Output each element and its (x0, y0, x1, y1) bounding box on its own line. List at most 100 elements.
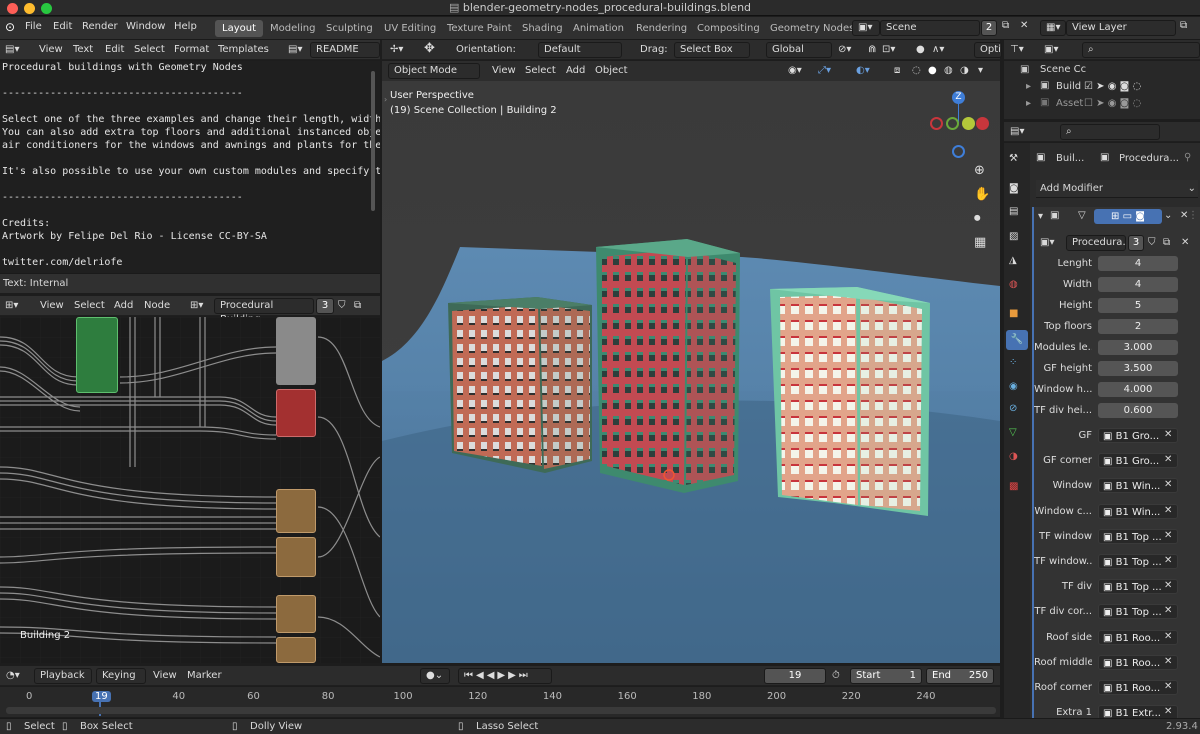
pivot-icon[interactable]: ⊘▾ (838, 44, 851, 55)
view-layer-field[interactable]: View Layer (1066, 20, 1176, 36)
property-value-field[interactable]: 0.600 (1098, 403, 1178, 418)
viewport-menu-object[interactable]: Object (595, 65, 628, 76)
property-value-field[interactable]: 4 (1098, 277, 1178, 292)
3d-viewport[interactable]: Object Mode View Select Add Object ◉▾ ⤢▾… (382, 61, 1000, 663)
collapse-arrow-icon[interactable]: ▾ (1038, 211, 1043, 222)
viewport-editor-type-icon[interactable]: ✢▾ (390, 44, 403, 55)
node-tree-icon[interactable]: ⊞▾ (190, 300, 203, 311)
material-shading-icon[interactable]: ◍ (944, 65, 953, 76)
scene-selector-icon[interactable]: ▣▾ (852, 20, 880, 36)
wireframe-shading-icon[interactable]: ◌ (912, 65, 921, 76)
text-menu-select[interactable]: Select (134, 44, 165, 55)
clear-object-icon[interactable]: ✕ (1164, 631, 1172, 642)
data-tab-icon[interactable]: ▽ (1009, 427, 1017, 438)
duplicate-scene-icon[interactable]: ⧉ (1002, 20, 1009, 31)
falloff-icon[interactable]: ∧▾ (932, 44, 944, 55)
text-file-name[interactable]: README (310, 42, 380, 58)
viewport-menu-view[interactable]: View (492, 65, 516, 76)
menu-file[interactable]: File (25, 21, 42, 32)
toolbar-expand-icon[interactable]: › (384, 95, 387, 104)
maximize-window-button[interactable] (41, 3, 52, 14)
text-editor-body[interactable]: Procedural buildings with Geometry Nodes… (0, 61, 380, 273)
clear-object-icon[interactable]: ✕ (1164, 479, 1172, 490)
node-green-top[interactable] (76, 317, 118, 393)
node-gray[interactable] (276, 317, 316, 385)
timeline-type-icon[interactable]: ◔▾ (6, 670, 20, 681)
pin-icon[interactable]: ⚲ (1184, 152, 1191, 163)
snap-icon[interactable]: ⋒ (868, 44, 876, 55)
tab-texture-paint[interactable]: Texture Paint (440, 20, 519, 37)
node-menu-select[interactable]: Select (74, 300, 105, 311)
options-dropdown[interactable]: Optio (974, 42, 1002, 58)
xray-icon[interactable]: ⧈ (894, 65, 900, 76)
unlink-icon[interactable]: ✕ (1181, 237, 1189, 248)
viewport-menu-add[interactable]: Add (566, 65, 585, 76)
playback-menu[interactable]: Playback (34, 668, 92, 684)
viewport-menu-select[interactable]: Select (525, 65, 556, 76)
close-scene-icon[interactable]: ✕ (1020, 20, 1028, 31)
node-brown-1[interactable] (276, 489, 316, 533)
clear-object-icon[interactable]: ✕ (1164, 505, 1172, 516)
display-mode-icon[interactable]: ▣▾ (1044, 44, 1058, 55)
text-browse-icon[interactable]: ▤▾ (288, 44, 302, 55)
node-red[interactable] (276, 389, 316, 437)
text-menu-text[interactable]: Text (73, 44, 93, 55)
material-tab-icon[interactable]: ◑ (1009, 451, 1018, 462)
drag-handle-icon[interactable]: ⋮ (1188, 210, 1198, 221)
view-layer-tab-icon[interactable]: ▨ (1009, 231, 1018, 242)
text-menu-templates[interactable]: Templates (218, 44, 269, 55)
node-group-name[interactable]: Procedura... (1066, 235, 1126, 251)
tab-compositing[interactable]: Compositing (690, 20, 767, 37)
orientation-dropdown[interactable]: Default (538, 42, 622, 58)
clear-object-icon[interactable]: ✕ (1164, 681, 1172, 692)
outliner-search-input[interactable]: ⌕ (1082, 42, 1200, 58)
perspective-grid-icon[interactable]: ▦ (974, 235, 986, 250)
node-menu-node[interactable]: Node (144, 300, 170, 311)
solid-shading-icon[interactable]: ● (928, 65, 937, 76)
node-editor-type-icon[interactable]: ⊞▾ (5, 300, 18, 311)
outliner-row-scene[interactable]: Scene Cc (1040, 64, 1086, 75)
record-button[interactable]: ●⌄ (420, 668, 450, 684)
node-brown-4[interactable] (276, 637, 316, 663)
drag-dropdown[interactable]: Select Box (674, 42, 750, 58)
proportional-edit-icon[interactable]: ● (916, 44, 925, 55)
physics-tab-icon[interactable]: ◉ (1009, 381, 1018, 392)
stopwatch-icon[interactable]: ⏱ (832, 670, 840, 681)
expand-arrow-icon[interactable]: ▸ (1026, 98, 1031, 109)
on-cage-icon[interactable]: ▽ (1078, 210, 1086, 221)
pan-hand-icon[interactable]: ✋ (974, 187, 990, 202)
overlay-toggle-icon[interactable]: ◐▾ (856, 65, 870, 76)
blender-logo-icon[interactable]: ⊙ (5, 20, 15, 34)
text-menu-edit[interactable]: Edit (105, 44, 124, 55)
menu-help[interactable]: Help (174, 21, 197, 32)
modifier-tab-icon[interactable]: 🔧 (1006, 330, 1028, 350)
duplicate-tree-icon[interactable]: ⧉ (354, 300, 361, 311)
visibility-icon[interactable]: ◉▾ (788, 65, 802, 76)
view-layer-icon[interactable]: ▦▾ (1040, 20, 1066, 36)
property-value-field[interactable]: 2 (1098, 319, 1178, 334)
editor-type-icon[interactable]: ▤▾ (5, 44, 19, 55)
object-mode-dropdown[interactable]: Object Mode (388, 63, 480, 79)
navigation-gizmo[interactable]: Z (930, 91, 990, 161)
clear-object-icon[interactable]: ✕ (1164, 580, 1172, 591)
texture-tab-icon[interactable]: ▩ (1009, 481, 1018, 492)
tab-uv-editing[interactable]: UV Editing (377, 20, 443, 37)
tab-geometry-nodes[interactable]: Geometry Nodes (763, 20, 861, 37)
text-menu-format[interactable]: Format (174, 44, 209, 55)
duplicate-icon[interactable]: ⧉ (1163, 237, 1170, 248)
node-tree-name[interactable]: Procedural Building (214, 298, 314, 325)
keying-menu[interactable]: Keying (96, 668, 146, 684)
properties-search-input[interactable]: ⌕ (1060, 124, 1160, 140)
constraints-tab-icon[interactable]: ⊘ (1009, 403, 1017, 414)
timeline-menu-view[interactable]: View (153, 670, 177, 681)
current-frame-field[interactable]: 19 (764, 668, 826, 684)
gizmo-z-axis[interactable]: Z (952, 91, 965, 104)
node-editor-canvas[interactable]: Building 2 (0, 317, 380, 663)
property-value-field[interactable]: 4.000 (1098, 382, 1178, 397)
clear-object-icon[interactable]: ✕ (1164, 605, 1172, 616)
gizmo-neg-z-axis[interactable] (952, 145, 965, 158)
playback-controls[interactable]: ⏮◀◀▶▶⏭ (458, 668, 552, 684)
tab-sculpting[interactable]: Sculpting (319, 20, 380, 37)
particles-tab-icon[interactable]: ⁘ (1009, 357, 1017, 368)
timeline-scrollbar[interactable] (6, 707, 996, 714)
